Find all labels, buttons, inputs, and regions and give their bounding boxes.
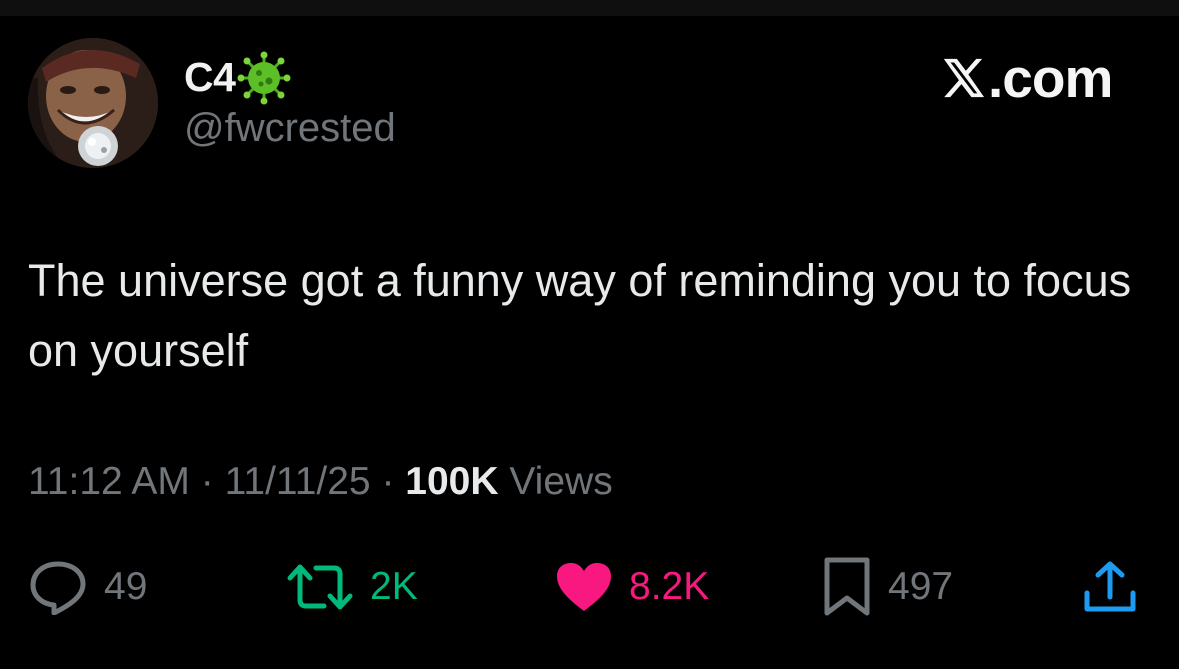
share-button[interactable]: [1082, 555, 1138, 619]
avatar-photo: [28, 38, 158, 168]
reply-icon: [30, 561, 86, 615]
like-button[interactable]: 8.2K: [555, 555, 709, 619]
views-count[interactable]: 100K: [405, 460, 498, 503]
status-bar-strip: [0, 0, 1179, 16]
repost-button[interactable]: 2K: [286, 555, 418, 619]
x-logo-icon: [943, 58, 985, 98]
meta-separator: ·: [200, 460, 214, 503]
user-handle[interactable]: @fwcrested: [184, 106, 396, 151]
meta-separator: ·: [381, 460, 395, 503]
heart-icon: [557, 563, 611, 611]
display-name[interactable]: C4: [184, 54, 236, 101]
reply-button[interactable]: 49: [28, 555, 147, 619]
display-name-row[interactable]: C4: [184, 51, 291, 105]
bookmark-count: 497: [888, 565, 954, 608]
tweet-date[interactable]: 11/11/25: [225, 460, 371, 503]
repost-icon: [287, 564, 353, 610]
virus-emoji-icon: [237, 51, 291, 105]
tweet-time[interactable]: 11:12 AM: [28, 460, 190, 503]
reply-count: 49: [104, 565, 148, 608]
brand-domain-text: .com: [988, 47, 1113, 109]
bookmark-button[interactable]: 497: [822, 555, 953, 619]
like-count: 8.2K: [629, 565, 710, 608]
tweet-text: The universe got a funny way of remindin…: [28, 255, 1132, 376]
views-label: Views: [509, 460, 613, 503]
avatar[interactable]: [28, 38, 158, 168]
bookmark-icon: [824, 557, 870, 616]
tweet-meta: 11:12 AM · 11/11/25 · 100K Views: [28, 460, 613, 504]
tweet-actions: 49 2K 8.2K 497: [0, 555, 1179, 619]
repost-count: 2K: [370, 565, 418, 608]
share-icon: [1084, 561, 1136, 612]
x-brand-logo: .com: [940, 47, 1113, 109]
